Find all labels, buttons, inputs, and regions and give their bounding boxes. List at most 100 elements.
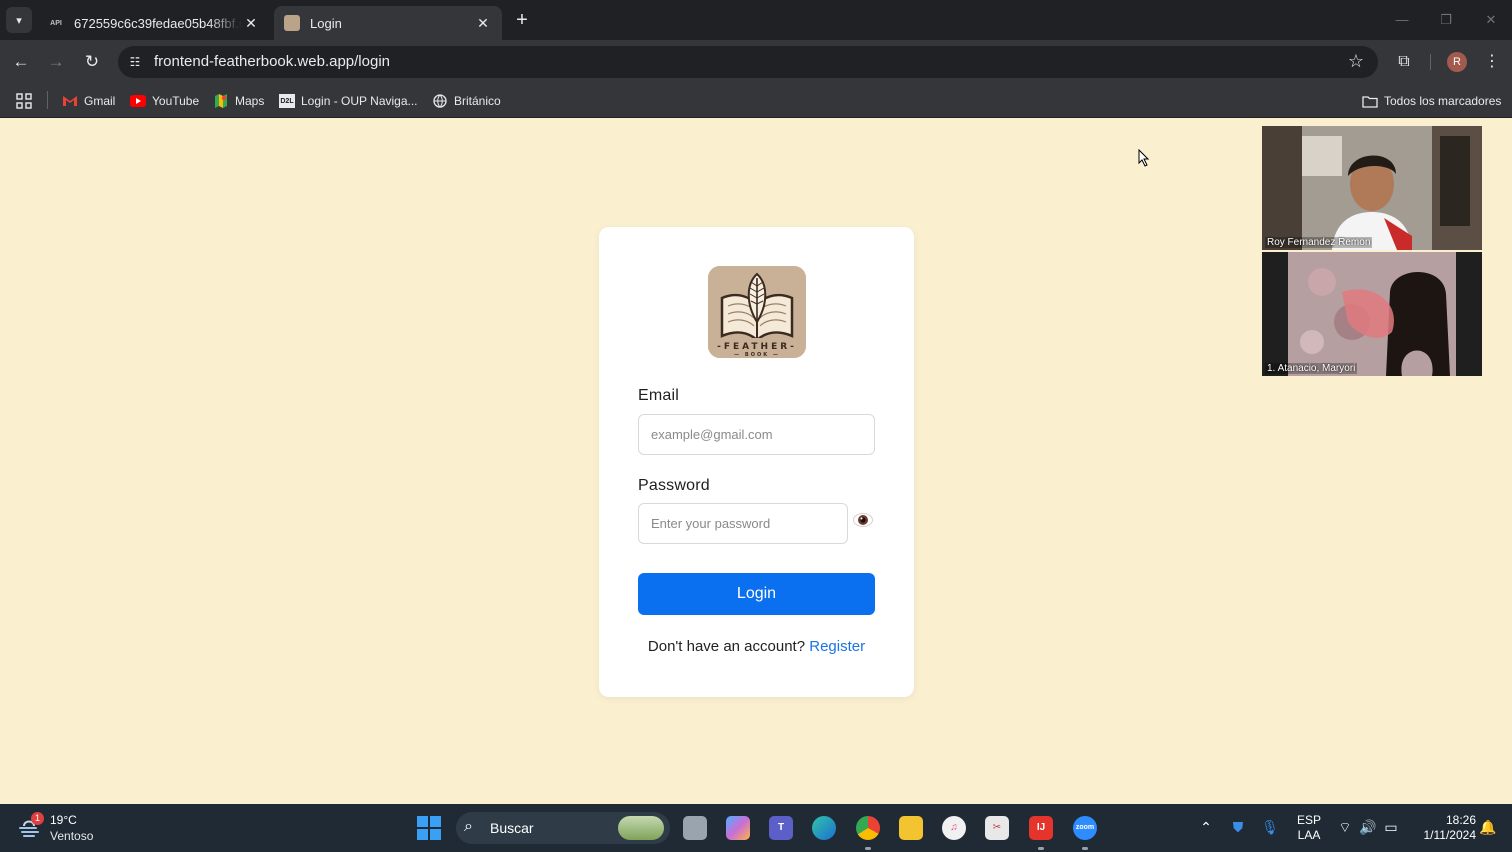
tab-api-doc[interactable]: API 672559c6c39fedae05b48fbf.md ✕ xyxy=(38,6,270,40)
taskbar-search[interactable]: ⌕ Buscar xyxy=(456,812,670,844)
email-field[interactable]: example@gmail.com xyxy=(638,414,875,455)
globe-icon xyxy=(432,94,448,108)
login-button[interactable]: Login xyxy=(638,573,875,615)
bookmark-oup-login[interactable]: D2L Login - OUP Naviga... xyxy=(279,92,418,110)
apps-icon[interactable] xyxy=(16,92,32,110)
language-indicator[interactable]: ESP LAA xyxy=(1297,813,1321,843)
no-account-text: Don't have an account? xyxy=(647,638,806,655)
login-page: -FEATHER- — BOOK — Email example@gmail.c… xyxy=(0,119,1512,804)
bookmarks-bar: Gmail YouTube Maps D2L Login - OUP Navig… xyxy=(0,84,1512,118)
back-button[interactable]: ← xyxy=(9,50,33,74)
system-clock[interactable]: 18:26 1/11/2024 xyxy=(1410,813,1477,843)
browser-tab-bar: ▾ API 672559c6c39fedae05b48fbf.md ✕ Logi… xyxy=(0,0,1512,40)
bookmark-youtube[interactable]: YouTube xyxy=(130,92,199,110)
running-indicator xyxy=(1038,847,1044,850)
site-info-icon[interactable]: ☷ xyxy=(126,53,144,71)
running-indicator xyxy=(865,847,871,850)
clock-time: 18:26 xyxy=(1445,813,1476,827)
notifications-bell-icon[interactable]: 🔔 xyxy=(1478,819,1498,836)
bookmark-label: Gmail xyxy=(84,94,116,108)
bookmark-gmail[interactable]: Gmail xyxy=(62,92,115,110)
mouse-pointer-icon xyxy=(1138,148,1152,167)
bookmarks-divider xyxy=(47,91,48,109)
music-app-icon[interactable]: ♫ xyxy=(942,816,966,840)
reload-button[interactable]: ↻ xyxy=(80,50,104,74)
tab-search-button[interactable]: ▾ xyxy=(6,7,32,33)
bookmark-star-icon[interactable]: ☆ xyxy=(1348,51,1364,72)
clock-date: 1/11/2024 xyxy=(1423,828,1477,842)
register-link[interactable]: Register xyxy=(809,638,865,655)
menu-icon[interactable]: ⋮ xyxy=(1480,50,1504,74)
search-icon: ⌕ xyxy=(464,818,473,835)
zoom-icon[interactable]: zoom xyxy=(1073,816,1097,840)
bookmark-label: YouTube xyxy=(152,94,200,108)
security-shield-icon[interactable]: ⛊ xyxy=(1228,819,1248,836)
temperature[interactable]: 19°C xyxy=(50,813,77,827)
windows-taskbar: 1 19°C Ventoso ⌕ Buscar T ♫ ✂ IJ zoom ⌃ … xyxy=(0,804,1512,852)
keyboard-layout: LAA xyxy=(1297,828,1321,842)
email-label: Email xyxy=(638,387,680,404)
close-window-icon[interactable]: ✕ xyxy=(1476,8,1506,32)
edge-icon[interactable] xyxy=(812,816,836,840)
toolbar-divider xyxy=(1430,54,1431,70)
copilot-icon[interactable] xyxy=(726,816,750,840)
bookmark-label: Maps xyxy=(235,94,265,108)
weather-condition[interactable]: Ventoso xyxy=(50,829,93,843)
minimize-icon[interactable]: — xyxy=(1387,8,1417,32)
bookmark-britanico[interactable]: Británico xyxy=(432,92,501,110)
tab-title: Login xyxy=(310,15,342,31)
bookmark-label: Login - OUP Naviga... xyxy=(301,94,418,108)
show-hidden-icons-chevron-up-icon[interactable]: ⌃ xyxy=(1196,819,1216,836)
forward-button[interactable]: → xyxy=(44,50,68,74)
close-tab-icon[interactable]: ✕ xyxy=(242,14,260,32)
all-bookmarks-button[interactable]: Todos los marcadores xyxy=(1362,92,1501,110)
chrome-icon[interactable] xyxy=(856,816,880,840)
browser-toolbar: ← → ↻ ☷ frontend-featherbook.web.app/log… xyxy=(0,40,1512,84)
wifi-icon[interactable]: ⌔ xyxy=(1335,819,1355,837)
restore-icon[interactable]: ❐ xyxy=(1431,8,1461,32)
address-bar[interactable]: ☷ frontend-featherbook.web.app/login ☆ xyxy=(118,46,1378,78)
password-label: Password xyxy=(638,477,710,494)
video-tile-participant-1[interactable]: Roy Fernandez Remon xyxy=(1262,126,1482,250)
volume-icon[interactable]: 🔊 xyxy=(1358,819,1378,836)
gmail-icon xyxy=(62,94,78,108)
register-prompt: Don't have an account? Register xyxy=(599,638,914,655)
language-code: ESP xyxy=(1297,813,1322,827)
new-tab-button[interactable]: + xyxy=(510,8,534,32)
windows-start-icon[interactable] xyxy=(417,816,441,840)
url-text[interactable]: frontend-featherbook.web.app/login xyxy=(154,53,390,70)
search-highlight-image xyxy=(618,816,664,840)
task-view-icon[interactable] xyxy=(683,816,707,840)
folder-icon xyxy=(1362,94,1378,108)
close-tab-icon[interactable]: ✕ xyxy=(474,14,492,32)
d2l-icon: D2L xyxy=(279,94,295,108)
youtube-icon xyxy=(130,94,146,108)
participant-name: 1. Atanacio, Maryori xyxy=(1265,363,1358,374)
microphone-icon[interactable]: 🎙 xyxy=(1260,819,1280,836)
api-doc-favicon: API xyxy=(50,19,62,27)
tab-login[interactable]: Login ✕ xyxy=(274,6,502,40)
svg-text:— BOOK —: — BOOK — xyxy=(734,352,780,358)
intellij-icon[interactable]: IJ xyxy=(1029,816,1053,840)
profile-avatar[interactable]: R xyxy=(1447,52,1467,72)
extensions-icon[interactable]: ⧉ xyxy=(1392,50,1416,74)
teams-icon[interactable]: T xyxy=(769,816,793,840)
book-favicon xyxy=(284,15,300,31)
show-password-icon[interactable] xyxy=(852,512,874,528)
battery-icon[interactable]: ▭ xyxy=(1381,819,1401,836)
featherbook-logo: -FEATHER- — BOOK — xyxy=(708,266,806,358)
bookmark-maps[interactable]: Maps xyxy=(213,92,264,110)
participant-name: Roy Fernandez Remon xyxy=(1265,237,1373,248)
svg-text:-FEATHER-: -FEATHER- xyxy=(717,342,797,352)
maps-icon xyxy=(213,94,229,108)
login-card: -FEATHER- — BOOK — Email example@gmail.c… xyxy=(599,227,914,697)
password-field[interactable]: Enter your password xyxy=(638,503,848,544)
video-tile-participant-2[interactable]: 1. Atanacio, Maryori xyxy=(1262,252,1482,376)
weather-alert-badge: 1 xyxy=(31,812,44,825)
snipping-tool-icon[interactable]: ✂ xyxy=(985,816,1009,840)
running-indicator xyxy=(1082,847,1088,850)
all-bookmarks-label: Todos los marcadores xyxy=(1384,94,1502,108)
tab-title: 672559c6c39fedae05b48fbf.md xyxy=(74,15,242,31)
bookmark-label: Británico xyxy=(454,94,501,108)
file-explorer-icon[interactable] xyxy=(899,816,923,840)
